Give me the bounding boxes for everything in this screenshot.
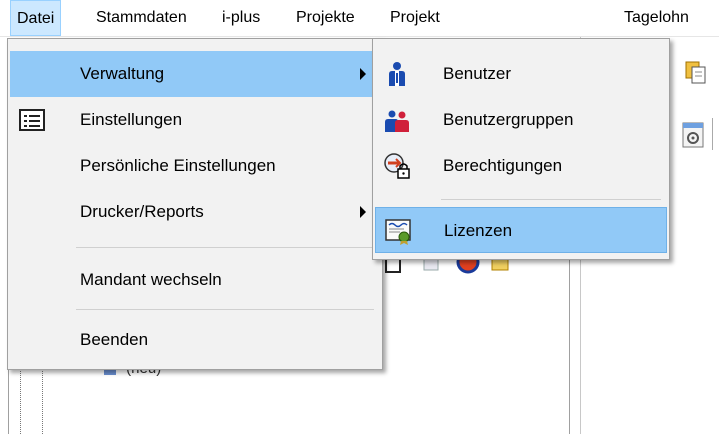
menu-item-lizenzen[interactable]: Lizenzen	[375, 207, 667, 253]
menubar: Datei Stammdaten i-plus Projekte Projekt…	[0, 0, 719, 37]
menu-item-benutzer[interactable]: Benutzer	[375, 51, 667, 97]
copy-document-icon[interactable]	[684, 60, 708, 84]
menu-item-persoenliche-einstellungen[interactable]: Persönliche Einstellungen	[10, 143, 380, 189]
menu-item-berechtigungen[interactable]: Berechtigungen	[375, 143, 667, 189]
menu-item-label: Benutzer	[443, 64, 512, 83]
menu-item-label: Persönliche Einstellungen	[80, 156, 276, 175]
menu-item-label: Lizenzen	[444, 221, 513, 240]
submenu-arrow-icon	[360, 68, 366, 80]
menu-item-label: Benutzergruppen	[443, 110, 574, 129]
license-certificate-icon	[385, 219, 411, 245]
menu-item-label: Beenden	[80, 330, 149, 349]
menu-item-einstellungen[interactable]: Einstellungen	[10, 97, 380, 143]
list-settings-icon	[19, 109, 45, 131]
menu-separator	[76, 309, 374, 310]
permissions-lock-icon	[384, 153, 410, 179]
menu-item-beenden[interactable]: Beenden	[10, 317, 380, 363]
menu-item-verwaltung[interactable]: Verwaltung	[10, 51, 380, 97]
submenu-arrow-icon	[360, 206, 366, 218]
user-group-icon	[385, 110, 409, 132]
menu-item-label: Mandant wechseln	[80, 270, 222, 289]
menu-datei[interactable]: Datei	[10, 0, 62, 36]
tree-connector	[42, 362, 43, 434]
menu-stammdaten[interactable]: Stammdaten	[90, 0, 193, 36]
settings-sheet-icon[interactable]	[680, 120, 706, 150]
menu-separator	[441, 199, 661, 200]
tree-connector	[20, 362, 21, 434]
menu-item-drucker-reports[interactable]: Drucker/Reports	[10, 189, 380, 235]
menu-item-label: Verwaltung	[80, 64, 165, 83]
menu-tagelohn[interactable]: Tagelohn	[618, 0, 695, 36]
datei-dropdown-menu: Verwaltung Einstellungen Persönliche Ein…	[7, 38, 383, 370]
menu-item-label: Berechtigungen	[443, 156, 563, 175]
verwaltung-submenu: Benutzer Benutzergruppen Berechtigungen	[372, 38, 670, 260]
menu-projekt[interactable]: Projekt	[384, 0, 446, 36]
menu-item-label: Einstellungen	[80, 110, 183, 129]
menu-item-label: Drucker/Reports	[80, 202, 204, 221]
menu-item-mandant-wechseln[interactable]: Mandant wechseln	[10, 257, 380, 303]
menu-separator	[76, 247, 374, 248]
menu-item-benutzergruppen[interactable]: Benutzergruppen	[375, 97, 667, 143]
user-icon	[389, 62, 405, 86]
toolbar-separator	[712, 118, 713, 150]
menu-i-plus[interactable]: i-plus	[216, 0, 266, 36]
menu-projekte[interactable]: Projekte	[290, 0, 361, 36]
